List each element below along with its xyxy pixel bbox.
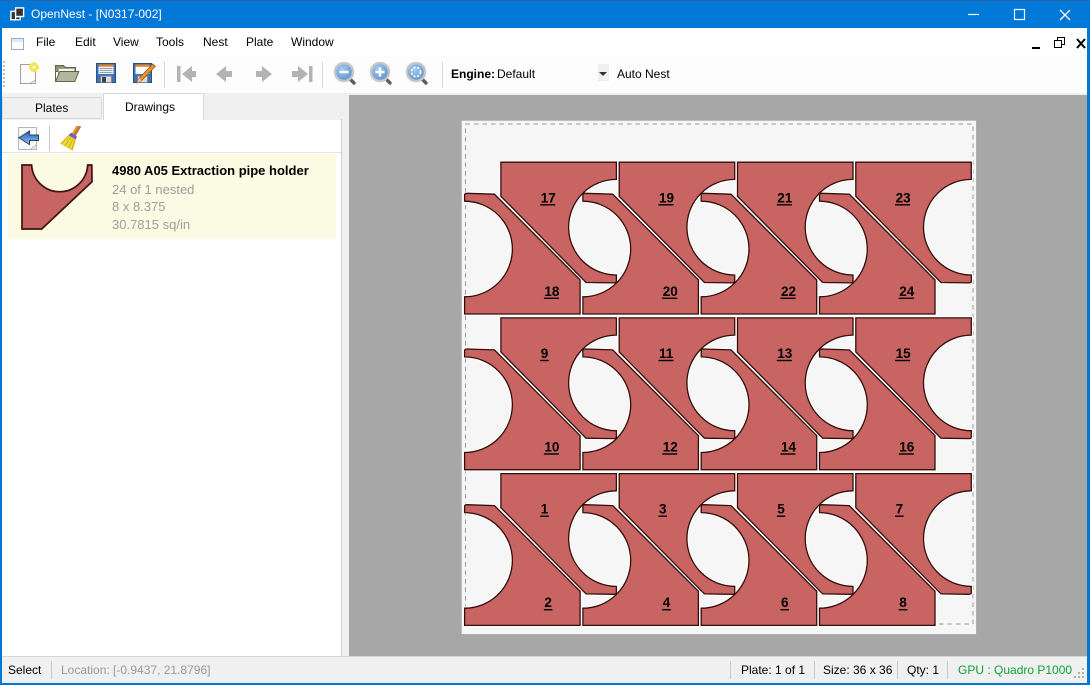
svg-text:15: 15 [896, 346, 912, 361]
svg-text:14: 14 [781, 440, 797, 455]
svg-text:22: 22 [781, 284, 796, 299]
svg-text:21: 21 [777, 190, 793, 205]
svg-text:19: 19 [659, 190, 674, 205]
svg-text:18: 18 [544, 284, 560, 299]
svg-text:24: 24 [899, 284, 915, 299]
svg-text:13: 13 [777, 346, 793, 361]
svg-text:11: 11 [659, 346, 674, 361]
svg-text:12: 12 [663, 440, 678, 455]
svg-text:7: 7 [896, 502, 904, 517]
svg-text:23: 23 [896, 190, 912, 205]
svg-text:5: 5 [777, 502, 785, 517]
svg-text:20: 20 [663, 284, 678, 299]
svg-text:17: 17 [541, 190, 556, 205]
svg-text:9: 9 [541, 346, 549, 361]
svg-text:4: 4 [663, 595, 671, 610]
svg-text:6: 6 [781, 595, 789, 610]
svg-text:3: 3 [659, 502, 667, 517]
svg-text:16: 16 [899, 440, 915, 455]
svg-text:10: 10 [544, 440, 559, 455]
svg-text:1: 1 [541, 502, 549, 517]
svg-text:2: 2 [544, 595, 552, 610]
svg-text:8: 8 [899, 595, 907, 610]
